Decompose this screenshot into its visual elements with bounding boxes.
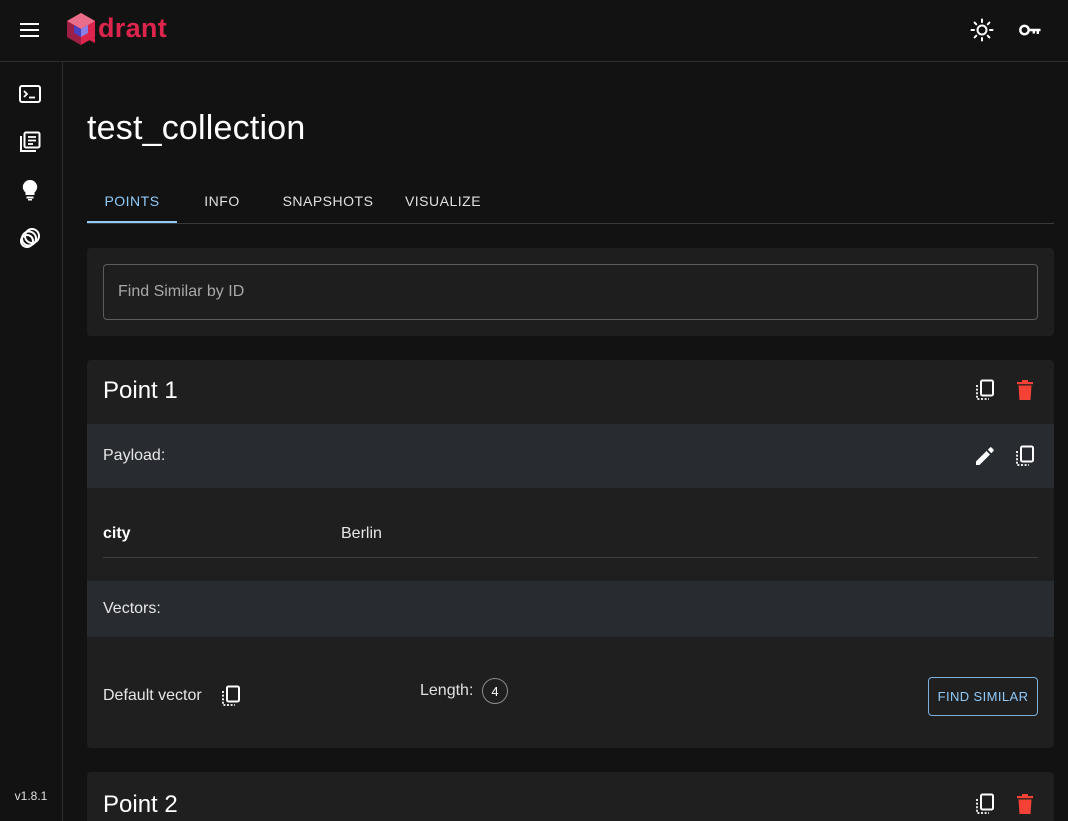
copy-vector-icon[interactable]	[211, 676, 251, 716]
find-similar-button[interactable]: FIND SIMILAR	[928, 677, 1038, 716]
vector-length-chip: 4	[482, 678, 508, 704]
tab-bar: POINTS INFO SNAPSHOTS VISUALIZE	[87, 178, 1054, 224]
delete-icon[interactable]	[1005, 784, 1045, 821]
copy-icon[interactable]	[965, 370, 1005, 410]
sun-icon[interactable]	[962, 10, 1002, 50]
lightbulb-icon[interactable]	[10, 170, 50, 210]
point-title: Point 2	[103, 791, 178, 818]
active-tab-indicator	[87, 221, 177, 223]
app-header: drant	[0, 0, 1068, 62]
payload-key: city	[103, 525, 131, 542]
edit-icon[interactable]	[965, 436, 1005, 476]
point-card: Point 2	[87, 772, 1054, 821]
delete-icon[interactable]	[1005, 370, 1045, 410]
vector-name: Default vector	[103, 687, 202, 704]
tab-visualize[interactable]: VISUALIZE	[397, 178, 489, 224]
payload-value: Berlin	[341, 525, 382, 542]
payload-label: Payload:	[103, 447, 166, 464]
console-icon[interactable]	[10, 74, 50, 114]
vectors-header: Vectors:	[87, 581, 1054, 637]
sidebar: v1.8.1	[0, 62, 63, 821]
vector-length-label: Length:	[420, 682, 474, 699]
point-title: Point 1	[103, 377, 178, 404]
datasets-icon[interactable]	[10, 218, 50, 258]
key-icon[interactable]	[1010, 10, 1050, 50]
tab-points[interactable]: POINTS	[87, 178, 177, 224]
vectors-label: Vectors:	[103, 600, 161, 617]
find-similar-input[interactable]	[103, 264, 1038, 320]
point-card: Point 1 Payload: city Berlin Vectors: De…	[87, 360, 1054, 748]
copy-payload-icon[interactable]	[1005, 436, 1045, 476]
payload-header: Payload:	[87, 424, 1054, 488]
page-title: test_collection	[87, 109, 306, 147]
brand-text: drant	[98, 12, 167, 43]
version-label: v1.8.1	[14, 789, 48, 803]
payload-row: city Berlin	[103, 510, 1038, 558]
qdrant-logo-icon	[67, 13, 95, 45]
copy-icon[interactable]	[965, 784, 1005, 821]
tab-snapshots[interactable]: SNAPSHOTS	[275, 178, 381, 224]
hamburger-menu-icon[interactable]	[10, 10, 50, 50]
collections-icon[interactable]	[10, 122, 50, 162]
qdrant-logo[interactable]: drant	[65, 11, 167, 47]
tab-info[interactable]: INFO	[187, 178, 257, 224]
search-card	[87, 248, 1054, 336]
